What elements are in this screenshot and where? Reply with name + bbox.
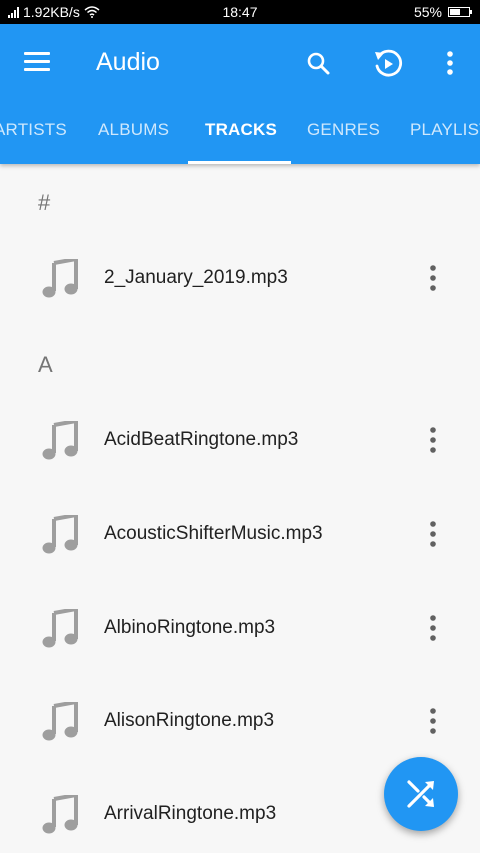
- tab-bar: ARTISTS ALBUMS TRACKS GENRES PLAYLISTS: [0, 118, 480, 164]
- track-list[interactable]: # 2_January_2019.mp3 A AcidBeatRingtone.…: [0, 164, 480, 853]
- tab-artists[interactable]: ARTISTS: [0, 118, 67, 164]
- battery-icon: [448, 7, 472, 17]
- music-note-icon: [42, 421, 78, 460]
- status-right: 55%: [413, 4, 472, 20]
- battery-percent: 55%: [413, 4, 442, 20]
- section-header: A: [38, 352, 53, 377]
- list-item[interactable]: AlisonRingtone.mp3: [0, 676, 480, 768]
- shuffle-icon: [407, 780, 434, 808]
- music-note-icon: [42, 702, 78, 741]
- track-name: AlisonRingtone.mp3: [104, 710, 275, 731]
- menu-icon[interactable]: [24, 52, 50, 72]
- more-vertical-icon[interactable]: [420, 259, 446, 299]
- track-name: ArrivalRingtone.mp3: [104, 803, 277, 824]
- track-name: AcousticShifterMusic.mp3: [104, 523, 323, 544]
- shuffle-button[interactable]: [384, 757, 458, 831]
- list-item[interactable]: 2_January_2019.mp3: [0, 233, 480, 325]
- music-note-icon: [42, 259, 78, 298]
- app-bar: Audio ARTISTS ALBUMS TRACKS GENRES PLAYL…: [0, 24, 480, 164]
- tab-genres[interactable]: GENRES: [307, 118, 380, 164]
- tab-tracks[interactable]: TRACKS: [205, 118, 277, 164]
- page-title: Audio: [96, 48, 160, 76]
- search-icon[interactable]: [299, 44, 339, 84]
- replay-icon[interactable]: [368, 44, 408, 84]
- track-name: AcidBeatRingtone.mp3: [104, 429, 299, 450]
- music-note-icon: [42, 795, 78, 834]
- more-vertical-icon[interactable]: [420, 609, 446, 649]
- more-vertical-icon[interactable]: [420, 702, 446, 742]
- track-name: AlbinoRingtone.mp3: [104, 617, 276, 638]
- music-note-icon: [42, 609, 78, 648]
- status-time: 18:47: [222, 4, 258, 20]
- status-bar: 1.92KB/s 18:47 55%: [0, 0, 480, 24]
- tab-albums[interactable]: ALBUMS: [98, 118, 169, 164]
- more-vertical-icon[interactable]: [420, 421, 446, 461]
- music-note-icon: [42, 515, 78, 554]
- list-item[interactable]: AcousticShifterMusic.mp3: [0, 489, 480, 581]
- section-header: #: [38, 190, 51, 215]
- list-item[interactable]: AcidBeatRingtone.mp3: [0, 395, 480, 487]
- track-name: 2_January_2019.mp3: [104, 267, 288, 288]
- tab-playlists[interactable]: PLAYLISTS: [410, 118, 480, 164]
- list-item[interactable]: AlbinoRingtone.mp3: [0, 583, 480, 675]
- more-vertical-icon[interactable]: [420, 515, 446, 555]
- more-vertical-icon[interactable]: [430, 44, 470, 84]
